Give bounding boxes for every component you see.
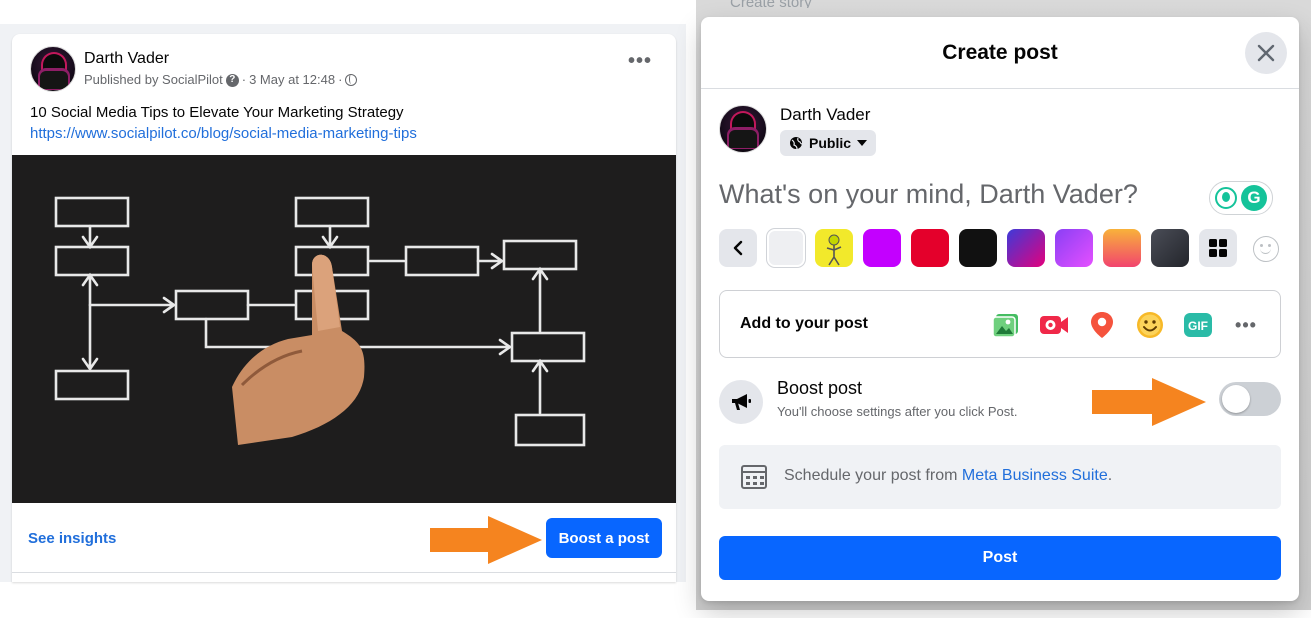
- modal-avatar: [719, 105, 767, 153]
- create-story-peek: Create story: [730, 0, 812, 8]
- background-swatches: [719, 229, 1237, 267]
- post-text-line: 10 Social Media Tips to Elevate Your Mar…: [30, 104, 404, 121]
- calendar-icon: [741, 465, 767, 489]
- swatch-white[interactable]: [767, 229, 805, 267]
- post-meta: Published by SocialPilot ? · 3 May at 12…: [84, 71, 358, 89]
- grid-icon[interactable]: [1199, 229, 1237, 267]
- add-to-post-label: Add to your post: [740, 315, 868, 332]
- emoji-picker-icon[interactable]: [1253, 236, 1279, 262]
- post-link[interactable]: https://www.socialpilot.co/blog/social-m…: [30, 123, 417, 144]
- swatch-black[interactable]: [959, 229, 997, 267]
- meta-separator-2: ·: [338, 72, 343, 87]
- see-insights-link[interactable]: See insights: [28, 530, 116, 547]
- schedule-text: Schedule your post from Meta Business Su…: [784, 467, 1112, 485]
- footer-divider: [12, 572, 676, 573]
- post-footer: See insights Boost a post: [12, 503, 676, 582]
- grammarly-widget[interactable]: G: [1209, 181, 1273, 215]
- flowchart-drawing: [54, 196, 586, 447]
- swatch-purple[interactable]: [863, 229, 901, 267]
- flowchart-image[interactable]: [12, 155, 676, 503]
- feeling-emoji-icon[interactable]: [1134, 309, 1166, 341]
- live-video-icon[interactable]: [1038, 309, 1070, 341]
- published-by: Published by SocialPilot: [84, 72, 223, 87]
- swatch-dark-gray[interactable]: [1151, 229, 1189, 267]
- toggle-knob: [1222, 385, 1250, 413]
- add-to-post-icons: GIF •••: [990, 309, 1262, 341]
- add-to-post-box: Add to your post GIF •••: [719, 290, 1281, 358]
- boost-post-title: Boost post: [777, 378, 863, 398]
- caret-down-icon: [857, 140, 868, 146]
- post-body: 10 Social Media Tips to Elevate Your Mar…: [30, 102, 417, 144]
- grammarly-icon: G: [1241, 185, 1267, 211]
- lightbulb-icon: [1215, 187, 1237, 209]
- swatch-red[interactable]: [911, 229, 949, 267]
- question-icon[interactable]: ?: [225, 73, 239, 87]
- author-name[interactable]: Darth Vader: [84, 49, 357, 69]
- meta-business-suite-link[interactable]: Meta Business Suite: [962, 467, 1108, 484]
- modal-user: Darth Vader Public: [719, 105, 877, 156]
- post-button[interactable]: Post: [719, 536, 1281, 580]
- audience-selector[interactable]: Public: [780, 130, 877, 156]
- schedule-banner: Schedule your post from Meta Business Su…: [719, 445, 1281, 509]
- globe-icon: [790, 137, 803, 150]
- modal-author-name: Darth Vader: [780, 105, 871, 124]
- annotation-arrow-right: [1092, 378, 1206, 426]
- feed-post-card: Darth Vader Published by SocialPilot ? ·…: [12, 34, 676, 582]
- swatch-gradient-blue-pink[interactable]: [1007, 229, 1045, 267]
- gif-icon[interactable]: GIF: [1182, 309, 1214, 341]
- annotation-arrow-left: [430, 516, 542, 564]
- post-timestamp[interactable]: 3 May at 12:48: [249, 71, 335, 89]
- meta-separator: ·: [241, 72, 247, 87]
- modal-title: Create post: [701, 17, 1299, 89]
- gif-label: GIF: [1188, 319, 1208, 333]
- composer-input[interactable]: What's on your mind, Darth Vader?: [719, 179, 1138, 210]
- boost-post-toggle[interactable]: [1219, 382, 1281, 416]
- swatch-gradient-orange[interactable]: [1103, 229, 1141, 267]
- close-icon[interactable]: [1245, 32, 1287, 74]
- author-avatar[interactable]: [30, 46, 76, 92]
- chevron-left-icon[interactable]: [719, 229, 757, 267]
- globe-icon[interactable]: [345, 74, 358, 86]
- post-options-menu[interactable]: •••: [628, 51, 652, 71]
- photo-video-icon[interactable]: [990, 309, 1022, 341]
- boost-a-post-button[interactable]: Boost a post: [546, 518, 662, 558]
- schedule-suffix: .: [1107, 467, 1113, 484]
- post-header: Darth Vader Published by SocialPilot ? ·…: [30, 46, 358, 92]
- location-pin-icon[interactable]: [1086, 309, 1118, 341]
- megaphone-icon: [719, 380, 763, 424]
- swatch-gradient-purple[interactable]: [1055, 229, 1093, 267]
- boost-post-subtitle: You'll choose settings after you click P…: [777, 404, 1018, 419]
- swatch-yellow-figure[interactable]: [815, 229, 853, 267]
- audience-label: Public: [809, 135, 852, 151]
- more-icon[interactable]: •••: [1230, 309, 1262, 341]
- create-post-modal: Create post Darth Vader Public What's on…: [701, 17, 1299, 601]
- schedule-prefix: Schedule your post from: [784, 467, 958, 484]
